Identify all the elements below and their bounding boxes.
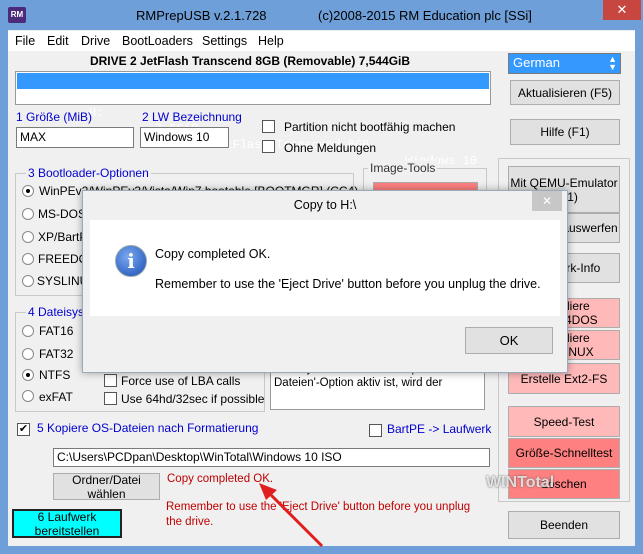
dialog-message: Copy completed OK. xyxy=(155,247,271,261)
dialog-title: Copy to H:\ xyxy=(293,198,357,212)
dialog-detail: Remember to use the 'Eject Drive' button… xyxy=(155,277,541,291)
dialog-body: i Copy completed OK. Remember to use the… xyxy=(90,220,560,316)
dialog-ok-button[interactable]: OK xyxy=(465,327,553,354)
app-window: RM RMPrepUSB v.2.1.728 (c)2008-2015 RM E… xyxy=(0,0,643,554)
info-icon: i xyxy=(115,245,147,277)
copy-dialog: Copy to H:\ ✕ i Copy completed OK. Remem… xyxy=(82,190,568,373)
dialog-close-button[interactable]: ✕ xyxy=(532,191,562,211)
